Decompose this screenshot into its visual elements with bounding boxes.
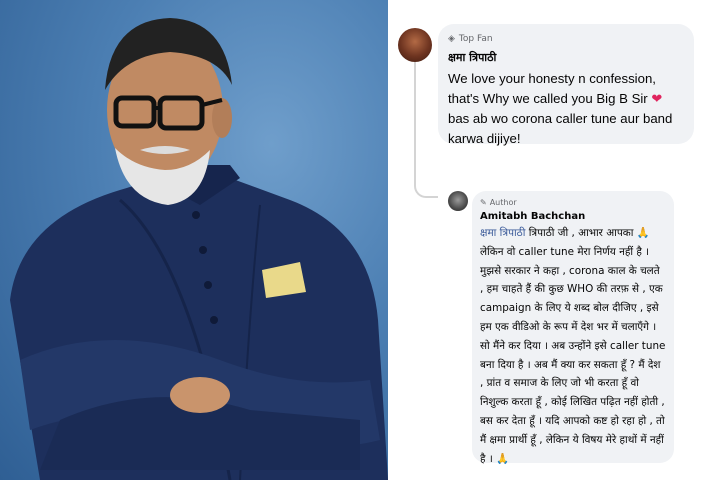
comment-text: We love your honesty n confession, that'… <box>448 69 684 149</box>
author-badge: ✎ Author <box>480 197 666 208</box>
portrait-photo <box>0 0 388 480</box>
avatar[interactable] <box>398 28 432 62</box>
badge-label: Author <box>489 198 517 207</box>
diamond-icon: ◈ <box>448 34 455 44</box>
reply-bubble: ✎ Author Amitabh Bachchan क्षमा त्रिपाठी… <box>472 191 674 465</box>
reply-text: क्षमा त्रिपाठी त्रिपाठी जी , आभार आपका 🙏… <box>480 224 666 468</box>
top-fan-badge: ◈ Top Fan <box>448 32 684 46</box>
comment-text-part2: bas ab wo corona caller tune aur band ka… <box>448 111 673 146</box>
mention-link[interactable]: क्षमा त्रिपाठी <box>480 227 525 239</box>
top-comment-bubble: ◈ Top Fan क्षमा त्रिपाठी We love your ho… <box>438 24 694 146</box>
heart-icon: ❤ <box>651 91 663 106</box>
comment-thread: ◈ Top Fan क्षमा त्रिपाठी We love your ho… <box>392 0 720 480</box>
reply-body: त्रिपाठी जी , आभार आपका 🙏 लेकिन वो calle… <box>480 227 666 465</box>
badge-label: Top Fan <box>458 34 493 44</box>
comment-text-part1: We love your honesty n confession, that'… <box>448 71 656 106</box>
pencil-icon: ✎ <box>480 198 487 207</box>
portrait-illustration <box>10 18 388 480</box>
reply-connector <box>414 150 438 198</box>
avatar[interactable] <box>448 191 468 211</box>
comment-author[interactable]: क्षमा त्रिपाठी <box>448 50 684 65</box>
reply-author[interactable]: Amitabh Bachchan <box>480 211 666 222</box>
